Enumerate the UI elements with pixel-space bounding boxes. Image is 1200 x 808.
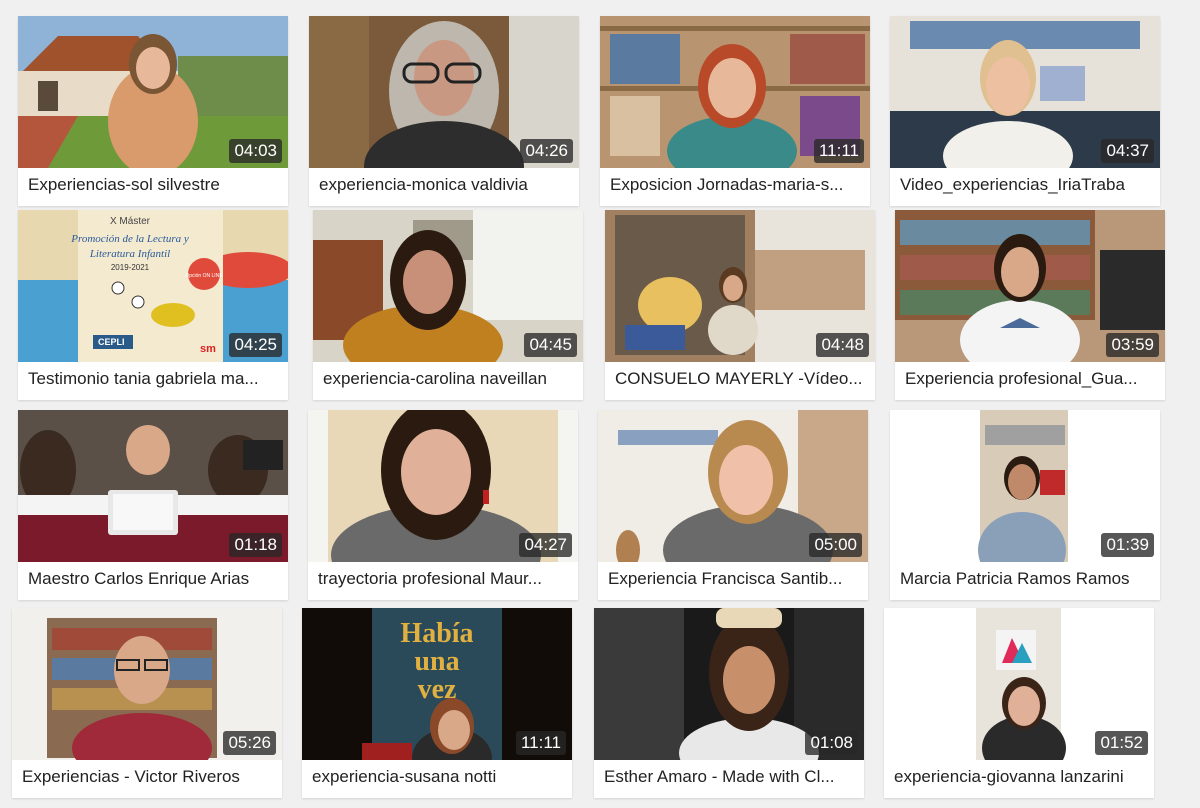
video-duration: 01:08 — [805, 731, 858, 755]
video-thumbnail[interactable]: 04:27 — [308, 410, 578, 562]
video-thumbnail[interactable]: X Máster Promoción de la Lectura y Liter… — [18, 210, 288, 362]
video-title[interactable]: Experiencia Francisca Santib... — [608, 569, 858, 589]
video-title[interactable]: Testimonio tania gabriela ma... — [28, 369, 278, 389]
video-card[interactable]: 01:18 Maestro Carlos Enrique Arias — [18, 410, 288, 600]
video-thumbnail[interactable]: 01:39 — [890, 410, 1160, 562]
thumb-text: una — [414, 646, 459, 677]
video-card[interactable]: 03:59 Experiencia profesional_Gua... — [895, 210, 1165, 400]
video-thumbnail[interactable]: 04:48 — [605, 210, 875, 362]
thumb-text: Opción ON LINE — [185, 273, 223, 279]
video-card[interactable]: 04:45 experiencia-carolina naveillan — [313, 210, 583, 400]
video-title[interactable]: Marcia Patricia Ramos Ramos — [900, 569, 1150, 589]
video-thumbnail[interactable]: 05:00 — [598, 410, 868, 562]
video-thumbnail[interactable]: 04:03 — [18, 16, 288, 168]
video-title[interactable]: Exposicion Jornadas-maria-s... — [610, 175, 860, 195]
video-card[interactable]: 01:08 Esther Amaro - Made with Cl... — [594, 608, 864, 798]
video-duration: 04:48 — [816, 333, 869, 357]
video-card[interactable]: 04:48 CONSUELO MAYERLY -Vídeo... — [605, 210, 875, 400]
video-title[interactable]: trayectoria profesional Maur... — [318, 569, 568, 589]
video-thumbnail[interactable]: 05:26 — [12, 608, 282, 760]
video-title[interactable]: Experiencia profesional_Gua... — [905, 369, 1155, 389]
video-thumbnail[interactable]: 04:37 — [890, 16, 1160, 168]
video-duration: 11:11 — [515, 731, 566, 755]
video-duration: 04:03 — [229, 139, 282, 163]
video-duration: 04:26 — [520, 139, 573, 163]
video-card[interactable]: 04:03 Experiencias-sol silvestre — [18, 16, 288, 206]
video-card[interactable]: 01:39 Marcia Patricia Ramos Ramos — [890, 410, 1160, 600]
video-duration: 05:26 — [223, 731, 276, 755]
video-thumbnail[interactable]: 01:08 — [594, 608, 864, 760]
video-card[interactable]: Había una vez 11:11 experiencia-susana n… — [302, 608, 572, 798]
video-title[interactable]: experiencia-monica valdivia — [319, 175, 569, 195]
thumb-text: sm — [200, 343, 216, 355]
video-title[interactable]: experiencia-carolina naveillan — [323, 369, 573, 389]
video-card[interactable]: 04:27 trayectoria profesional Maur... — [308, 410, 578, 600]
video-duration: 04:45 — [524, 333, 577, 357]
thumb-text: CEPLI — [98, 337, 125, 347]
video-title[interactable]: Maestro Carlos Enrique Arias — [28, 569, 278, 589]
video-thumbnail[interactable]: 04:45 — [313, 210, 583, 362]
video-card[interactable]: 05:00 Experiencia Francisca Santib... — [598, 410, 868, 600]
video-duration: 01:52 — [1095, 731, 1148, 755]
video-duration: 04:37 — [1101, 139, 1154, 163]
video-title[interactable]: Experiencias - Victor Riveros — [22, 767, 272, 787]
video-title[interactable]: Experiencias-sol silvestre — [28, 175, 278, 195]
video-duration: 05:00 — [809, 533, 862, 557]
video-thumbnail[interactable]: 04:26 — [309, 16, 579, 168]
video-card[interactable]: X Máster Promoción de la Lectura y Liter… — [18, 210, 288, 400]
video-duration: 01:39 — [1101, 533, 1154, 557]
thumb-text: Literatura Infantil — [89, 248, 170, 260]
video-duration: 11:11 — [813, 139, 864, 163]
video-duration: 03:59 — [1106, 333, 1159, 357]
video-thumbnail[interactable]: 03:59 — [895, 210, 1165, 362]
video-title[interactable]: experiencia-susana notti — [312, 767, 562, 787]
video-card[interactable]: 11:11 Exposicion Jornadas-maria-s... — [600, 16, 870, 206]
thumb-text: Había — [400, 618, 473, 649]
video-thumbnail[interactable]: 01:52 — [884, 608, 1154, 760]
thumb-text: X Máster — [110, 216, 151, 227]
video-thumbnail[interactable]: Había una vez 11:11 — [302, 608, 572, 760]
video-card[interactable]: 04:26 experiencia-monica valdivia — [309, 16, 579, 206]
video-title[interactable]: Esther Amaro - Made with Cl... — [604, 767, 854, 787]
video-card[interactable]: 05:26 Experiencias - Victor Riveros — [12, 608, 282, 798]
video-duration: 04:25 — [229, 333, 282, 357]
video-title[interactable]: CONSUELO MAYERLY -Vídeo... — [615, 369, 865, 389]
video-card[interactable]: 04:37 Video_experiencias_IriaTraba — [890, 16, 1160, 206]
thumb-text: Promoción de la Lectura y — [70, 233, 189, 245]
video-duration: 01:18 — [229, 533, 282, 557]
video-title[interactable]: Video_experiencias_IriaTraba — [900, 175, 1150, 195]
video-title[interactable]: experiencia-giovanna lanzarini — [894, 767, 1144, 787]
video-thumbnail[interactable]: 11:11 — [600, 16, 870, 168]
thumb-text: 2019-2021 — [111, 263, 150, 272]
video-duration: 04:27 — [519, 533, 572, 557]
video-card[interactable]: 01:52 experiencia-giovanna lanzarini — [884, 608, 1154, 798]
video-thumbnail[interactable]: 01:18 — [18, 410, 288, 562]
